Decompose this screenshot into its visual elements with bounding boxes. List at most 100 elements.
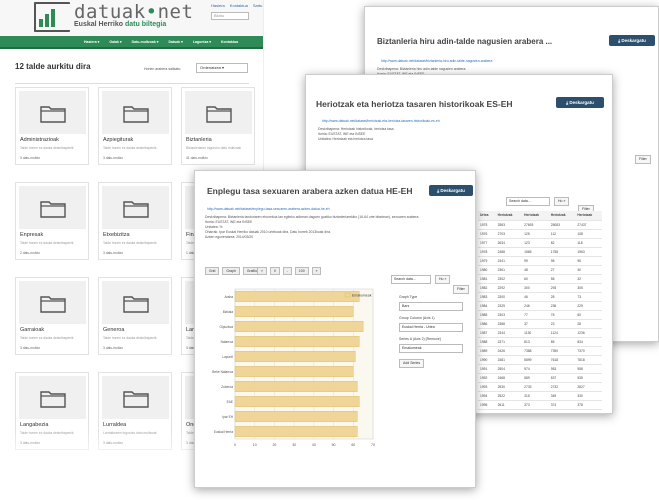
table-row: 1981 2302 60 58 32 — [478, 274, 602, 284]
group-name[interactable]: Generoa — [103, 327, 124, 333]
table-row: 1976 2703 125 112 108 — [478, 229, 602, 239]
nav-item-data[interactable]: Datuak ▾ — [169, 40, 183, 44]
group-card[interactable]: Biztanleria Biztanleriaren inguruko datu… — [181, 87, 255, 165]
group-name[interactable]: Etxebizitza — [103, 232, 130, 238]
table-cell: 1991 — [478, 364, 496, 374]
group-card[interactable]: Generoa Talde honen ez dauka deskribapen… — [98, 277, 172, 355]
top-link-contact[interactable]: Kontaktua — [230, 3, 248, 8]
download-button[interactable]: ⤓ Deskargatu — [609, 35, 655, 46]
table-row: 1995 2611 373 374 378 — [478, 400, 602, 410]
table-cell: 974 — [522, 364, 549, 374]
table-cell: 46 — [522, 292, 549, 302]
meta-line: Unitatea: Heriotzak eta heriotza tasa — [318, 137, 373, 141]
column-header[interactable]: Heriotzak — [522, 211, 549, 221]
column-header[interactable]: Heriotzak — [548, 211, 576, 221]
nav-item-topics[interactable]: Gaiak ▾ — [109, 40, 121, 44]
pager-prev[interactable]: « — [257, 267, 267, 275]
category-label: Bizkaia — [223, 310, 234, 314]
table-cell: 1130 — [522, 328, 549, 338]
pager-to[interactable]: 100 — [294, 267, 309, 275]
next-page-button[interactable]: Hu » — [435, 275, 451, 284]
pager-next[interactable]: » — [311, 267, 322, 275]
category-label: Nafarroa — [221, 340, 234, 344]
group-card[interactable]: Administrazioak Talde honen ez dauka des… — [15, 87, 89, 165]
download-button[interactable]: ⤓ Deskargatu — [556, 97, 604, 108]
series-label: Series A (Axis 2) [Remove] — [399, 337, 441, 341]
folder-icon — [102, 186, 169, 229]
dataset-link[interactable]: http://www.datuak.net/dataset/enplegu-ta… — [207, 207, 330, 211]
search-input[interactable]: Search data... — [391, 275, 431, 284]
table-cell: 85 — [548, 337, 576, 347]
graph-type-select[interactable]: Bars — [399, 302, 463, 311]
table-cell: 2488 — [495, 247, 523, 257]
nav-item-help[interactable]: Laguntza ▾ — [193, 40, 211, 44]
table-cell: 2634 — [495, 238, 523, 248]
group-card[interactable]: Azpiegiturak Talde honen ez dauka deskri… — [98, 87, 172, 165]
group-card[interactable]: Etxebizitza Talde honen ez dauka deskrib… — [98, 182, 172, 260]
group-description: Biztanleriaren inguruko datu multzoak — [186, 146, 242, 150]
group-card[interactable]: Garraioak Talde honen ez dauka deskribap… — [15, 277, 89, 355]
table-cell: 1978 — [478, 247, 496, 257]
group-name[interactable]: Lurraldea — [103, 422, 126, 428]
group-name[interactable]: Langabezia — [20, 422, 48, 428]
column-header[interactable]: Heriotzak — [575, 211, 602, 221]
site-search-input[interactable]: Bilatu — [211, 12, 249, 20]
column-header[interactable]: Heriotzak — [495, 211, 523, 221]
group-name[interactable]: Administrazioak — [20, 137, 59, 143]
group-name[interactable]: Garraioak — [20, 327, 44, 333]
folder-icon — [185, 91, 252, 134]
column-header[interactable]: Urtea — [478, 211, 496, 221]
table-search-input[interactable]: Search data... — [506, 197, 550, 206]
table-cell: 2827 — [575, 382, 602, 392]
download-label: Deskargatu — [621, 38, 646, 43]
nav-item-home[interactable]: Hasiera ▾ — [84, 40, 99, 44]
table-cell: 2426 — [495, 346, 523, 356]
top-link-home[interactable]: Hasiera — [211, 3, 225, 8]
nav-item-contact[interactable]: Kontaktua — [221, 40, 238, 44]
table-cell: 112 — [548, 229, 576, 239]
table-cell: 60 — [522, 274, 549, 284]
table-cell: 2504 — [495, 364, 523, 374]
divider — [15, 83, 249, 84]
table-cell: 125 — [522, 229, 549, 239]
group-description: Talde honen ez dauka deskribapenik — [20, 336, 74, 340]
nav-item-datasets[interactable]: Datu-multzoak ▾ — [132, 40, 159, 44]
table-row: 1982 2292 300 293 305 — [478, 283, 602, 293]
filter-button[interactable]: Filter — [635, 155, 651, 164]
group-name[interactable]: Biztanleria — [186, 137, 212, 143]
bar — [234, 291, 360, 302]
series-select[interactable]: Emakumeak — [399, 344, 463, 353]
table-cell: 1994 — [478, 391, 496, 401]
group-card[interactable]: Enpresak Talde honen ez dauka deskribape… — [15, 182, 89, 260]
top-link-login[interactable]: Sartu — [253, 3, 263, 8]
group-column-select[interactable]: Euskal Herria - Urtea — [399, 323, 463, 332]
table-cell: 7390 — [548, 346, 576, 356]
dataset-window-employment: Enplegu tasa sexuaren arabera azken datu… — [194, 170, 476, 488]
dataset-link[interactable]: http://www.datuak.net/dataset/biztanleri… — [381, 59, 492, 63]
pager-from[interactable]: 0 — [269, 267, 280, 275]
dataset-link[interactable]: http://www.datuak.net/dataset/heriotzak-… — [322, 119, 440, 123]
sort-select[interactable]: Ordenatzea ▾ — [196, 63, 248, 73]
next-page-button[interactable]: Hu » — [554, 197, 570, 206]
table-cell: 1985 — [478, 310, 496, 320]
tab-grid[interactable]: Grid — [205, 267, 220, 275]
table-row: 1980 2361 48 27 40 — [478, 265, 602, 275]
download-button[interactable]: ⤓ Deskargatu — [429, 185, 473, 196]
group-name[interactable]: Azpiegiturak — [103, 137, 133, 143]
filter-button[interactable]: Filter — [453, 285, 469, 294]
tab-graph[interactable]: Graph — [222, 267, 240, 275]
add-series-button[interactable]: Add Series — [399, 359, 425, 368]
group-description: Talde honen ez dauka deskribapenik — [20, 241, 74, 245]
top-links: Hasiera Kontaktua Sartu — [211, 3, 262, 8]
table-row: 1979 2441 99 98 95 — [478, 256, 602, 266]
group-name[interactable]: Enpresak — [20, 232, 43, 238]
table-cell: 78 — [548, 310, 576, 320]
table-cell: 2292 — [495, 283, 523, 293]
site-logo[interactable]: datuak•net — [74, 1, 193, 23]
window-title: Heriotzak eta heriotza tasaren historiko… — [316, 99, 513, 109]
table-cell: 1993 — [478, 382, 496, 392]
table-cell: 1984 — [478, 301, 496, 311]
group-count: 41 datu-multzo — [186, 156, 208, 160]
folder-icon — [19, 281, 86, 324]
table-cell: 1986 — [478, 319, 496, 329]
